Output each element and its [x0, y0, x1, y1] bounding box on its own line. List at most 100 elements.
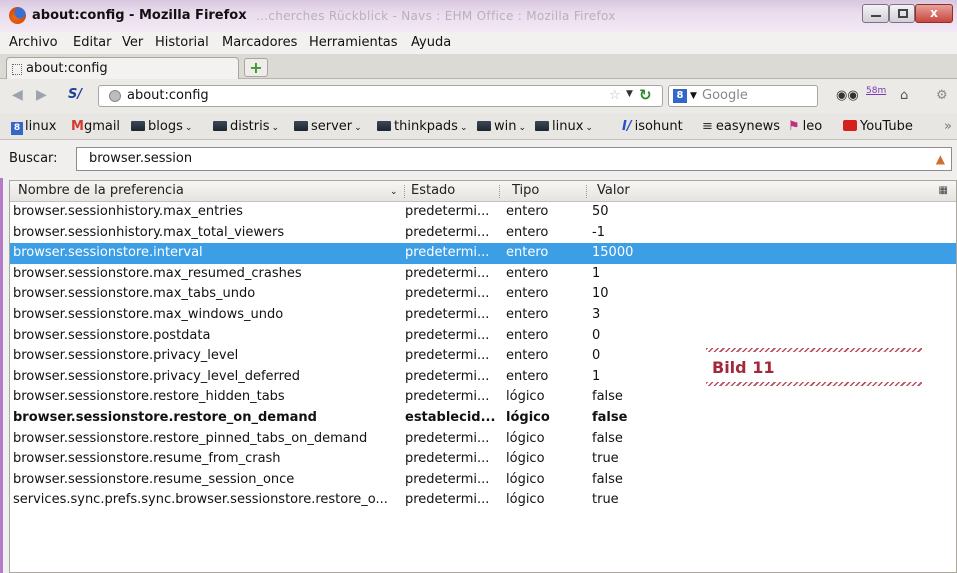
youtube-icon	[843, 120, 857, 131]
pref-name: browser.sessionstore.postdata	[13, 327, 211, 343]
annotation-text: Bild 11	[712, 358, 775, 377]
home-icon[interactable]: ⌂	[900, 88, 908, 103]
menu-ver[interactable]: Ver	[122, 35, 143, 50]
maximize-button[interactable]	[889, 4, 915, 23]
pref-type: lógico	[506, 389, 545, 405]
menu-herramientas[interactable]: Herramientas	[309, 35, 398, 50]
search-engine-dropdown-icon[interactable]: ▼	[690, 91, 697, 101]
url-text[interactable]: about:config	[127, 88, 209, 103]
table-row[interactable]: browser.sessionstore.resume_session_once…	[10, 470, 956, 491]
bookmark-linux[interactable]: 8 linux	[11, 119, 56, 135]
menu-marcadores[interactable]: Marcadores	[222, 35, 297, 50]
pref-type: lógico	[506, 430, 545, 446]
preference-search-input[interactable]: browser.session ▲	[76, 147, 952, 171]
menu-archivo[interactable]: Archivo	[9, 35, 58, 50]
table-row[interactable]: browser.sessionstore.postdata predetermi.…	[10, 326, 956, 347]
menu-ayuda[interactable]: Ayuda	[411, 35, 451, 50]
bookmark-folder-distris[interactable]: distris ⌄	[213, 119, 279, 134]
table-row[interactable]: browser.sessionstore.max_windows_undo pre…	[10, 305, 956, 326]
table-row[interactable]: browser.sessionstore.resume_from_crash pr…	[10, 449, 956, 470]
back-arrow-icon[interactable]: ◀	[12, 87, 23, 103]
menu-editar[interactable]: Editar	[73, 35, 112, 50]
pref-state: establecid...	[405, 410, 496, 425]
table-row[interactable]: browser.sessionstore.max_tabs_undo predet…	[10, 284, 956, 305]
pref-name: browser.sessionstore.restore_pinned_tabs…	[13, 430, 368, 446]
minimize-button[interactable]	[862, 4, 889, 23]
url-dropdown-icon[interactable]: ▼	[626, 89, 633, 99]
bookmark-folder-server[interactable]: server ⌄	[294, 119, 362, 134]
column-separator[interactable]	[499, 185, 500, 198]
binoculars-icon[interactable]: ◉◉	[836, 88, 859, 103]
table-row[interactable]: browser.sessionstore.restore_on_demand es…	[10, 408, 956, 429]
table-row[interactable]: services.sync.prefs.sync.browser.session…	[10, 490, 956, 511]
column-separator[interactable]	[404, 185, 405, 198]
table-header: Nombre de la preferencia ⌄ Estado Tipo V…	[10, 181, 956, 202]
bookmark-folder-linux[interactable]: linux ⌄	[535, 119, 593, 134]
table-row[interactable]: browser.sessionstore.restore_hidden_tabs…	[10, 387, 956, 408]
addon-s-icon[interactable]: S/	[68, 87, 82, 102]
tab-about-config[interactable]: about:config	[6, 57, 239, 79]
window-title: about:config - Mozilla Firefox	[32, 8, 247, 23]
pref-state: predetermi...	[405, 389, 490, 405]
pref-name: browser.sessionstore.max_resumed_crashes	[13, 265, 302, 281]
pref-value: true	[592, 492, 619, 508]
pref-name: browser.sessionhistory.max_entries	[13, 204, 243, 219]
close-icon: x	[930, 6, 938, 20]
table-row[interactable]: browser.sessionstore.max_resumed_crashes…	[10, 264, 956, 285]
close-button[interactable]: x	[915, 4, 953, 23]
pref-value: false	[592, 389, 623, 405]
forward-arrow-icon[interactable]: ▶	[36, 87, 47, 103]
table-row[interactable]: browser.sessionhistory.max_entries predet…	[10, 202, 956, 223]
bookmark-isohunt[interactable]: I/isohunt	[622, 119, 683, 134]
url-bar[interactable]: about:config ☆ ▼ ↻	[98, 85, 663, 107]
search-value[interactable]: browser.session	[89, 151, 192, 166]
table-row[interactable]: browser.sessionstore.restore_pinned_tabs…	[10, 429, 956, 450]
column-separator[interactable]	[586, 185, 587, 198]
title-bar[interactable]: about:config - Mozilla Firefox …cherches…	[0, 0, 957, 32]
pref-name: browser.sessionstore.restore_on_demand	[13, 410, 317, 425]
column-header-name[interactable]: Nombre de la preferencia	[18, 183, 184, 198]
easynews-icon: ≡	[702, 119, 713, 134]
pref-state: predetermi...	[405, 368, 490, 384]
page-icon	[12, 64, 22, 75]
bookmarks-overflow-icon[interactable]: »	[944, 119, 952, 134]
column-picker-icon[interactable]: ▦	[939, 185, 948, 196]
counter-badge[interactable]: 58m	[866, 86, 886, 96]
pref-type: entero	[506, 327, 549, 343]
bookmark-leo[interactable]: ⚑ leo	[788, 119, 822, 134]
chevron-down-icon: ⌄	[585, 123, 593, 133]
sort-chevron-icon[interactable]: ⌄	[390, 187, 398, 197]
bookmark-gmail[interactable]: Mgmail	[71, 119, 120, 134]
clear-search-icon[interactable]: ▲	[936, 152, 945, 166]
bookmark-folder-thinkpads[interactable]: thinkpads ⌄	[377, 119, 468, 134]
column-header-state[interactable]: Estado	[411, 183, 455, 198]
pref-value: -1	[592, 224, 605, 240]
table-row[interactable]: browser.sessionstore.interval predetermi.…	[10, 243, 956, 264]
pref-name: browser.sessionhistory.max_total_viewers	[13, 224, 285, 240]
addon-icon[interactable]: ⚙	[936, 88, 948, 103]
pref-value: 10	[592, 286, 609, 302]
pref-value: 0	[592, 327, 601, 343]
bookmark-easynews[interactable]: ≡ easynews	[702, 119, 780, 134]
filter-bar: Buscar: browser.session ▲	[0, 140, 957, 178]
bookmark-star-icon[interactable]: ☆	[609, 88, 621, 103]
search-placeholder[interactable]: Google	[702, 88, 748, 103]
wavy-border	[706, 348, 922, 352]
search-engine-icon[interactable]: 8	[673, 89, 687, 103]
bookmark-folder-blogs[interactable]: blogs ⌄	[131, 119, 192, 134]
new-tab-button[interactable]: +	[244, 58, 268, 77]
bookmark-folder-win[interactable]: win ⌄	[477, 119, 526, 134]
column-header-type[interactable]: Tipo	[512, 183, 539, 198]
bookmark-youtube[interactable]: YouTube	[843, 119, 913, 134]
column-header-value[interactable]: Valor	[597, 183, 630, 198]
pref-state: predetermi...	[405, 430, 490, 446]
menu-historial[interactable]: Historial	[155, 35, 209, 50]
search-bar[interactable]: 8 ▼ Google	[668, 85, 818, 107]
menu-bar: Archivo Editar Ver Historial Marcadores …	[0, 32, 957, 54]
table-row[interactable]: browser.sessionhistory.max_total_viewers…	[10, 223, 956, 244]
pref-state: predetermi...	[405, 451, 490, 467]
pref-state: predetermi...	[405, 204, 490, 219]
pref-name: browser.sessionstore.resume_from_crash	[13, 451, 281, 467]
pref-name: browser.sessionstore.max_windows_undo	[13, 307, 284, 322]
reload-icon[interactable]: ↻	[639, 86, 652, 104]
